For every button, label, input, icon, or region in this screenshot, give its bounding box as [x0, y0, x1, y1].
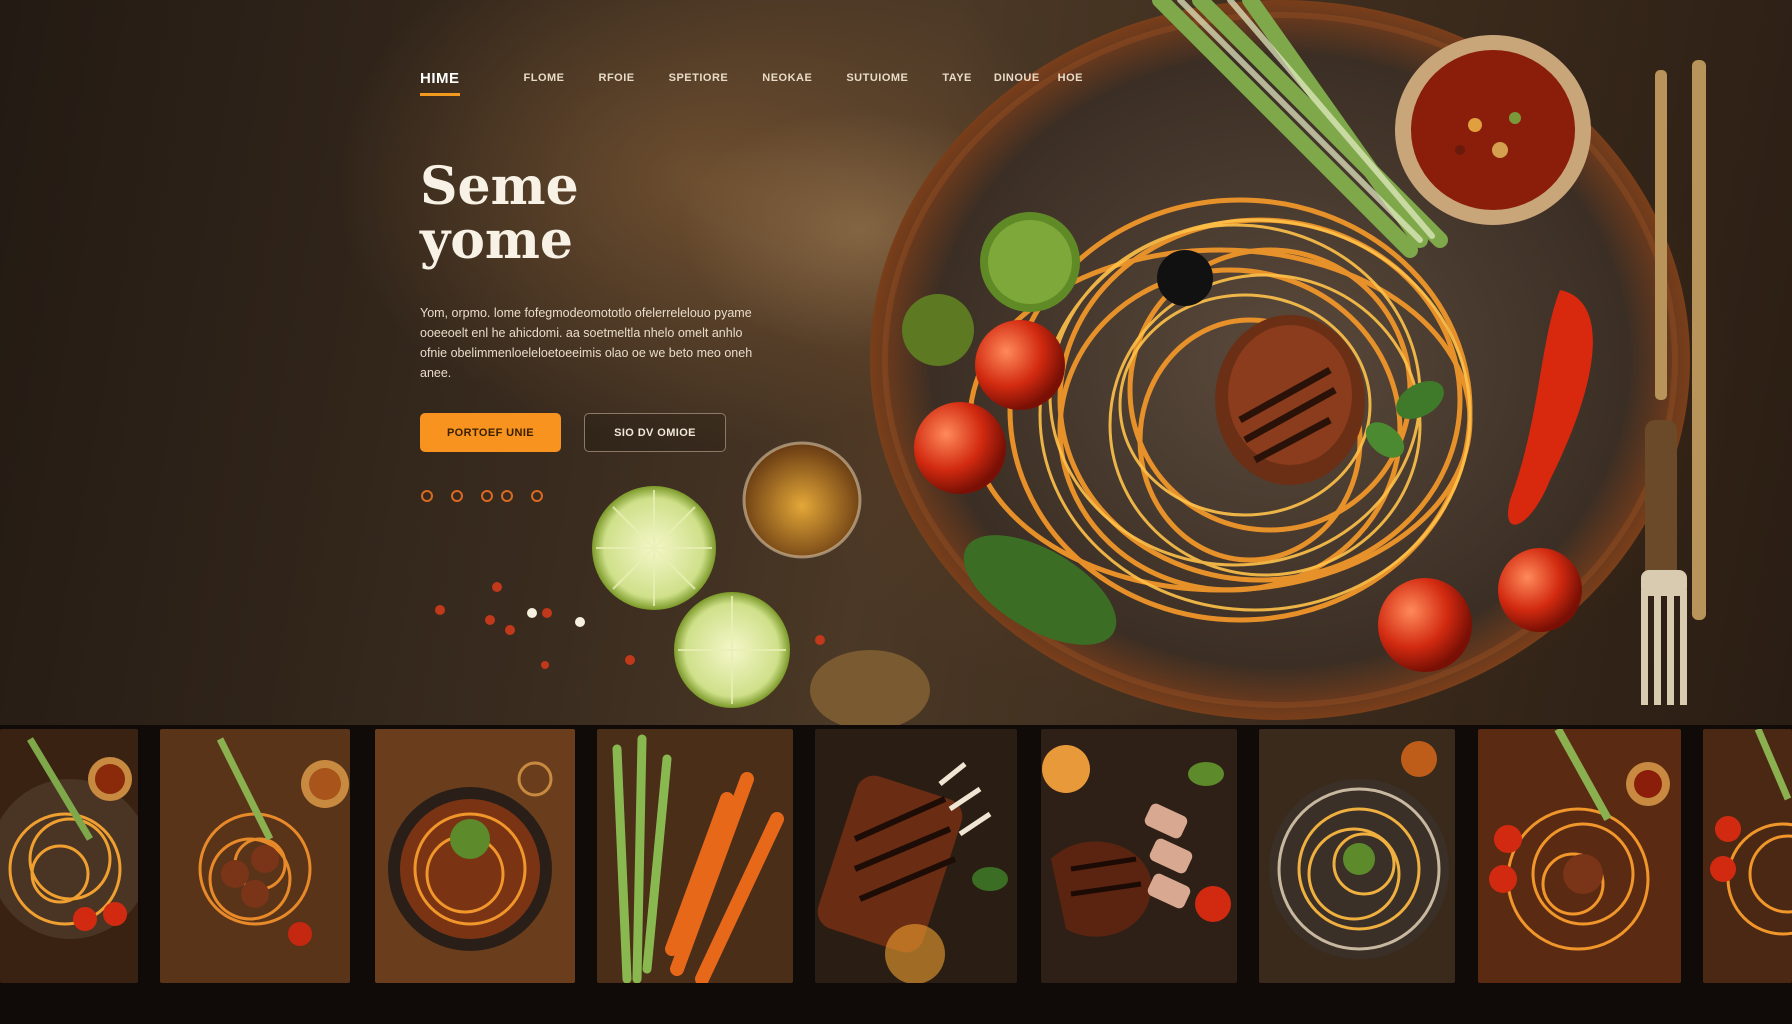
- hero-title-line-1: Seme: [420, 156, 579, 217]
- nav-item-5[interactable]: NEOKAE: [762, 72, 812, 84]
- social-icon-5[interactable]: [531, 490, 543, 502]
- hero-food-illustration: [435, 0, 1706, 725]
- gallery-thumb-pasta-meatballs[interactable]: [160, 729, 350, 983]
- gallery-thumb-grilled-ribs[interactable]: [815, 729, 1017, 983]
- pasta-meatballs-image: [160, 729, 350, 983]
- social-icon-3[interactable]: [481, 490, 493, 502]
- primary-cta-button[interactable]: PORTOEF UNIE: [420, 413, 561, 452]
- spaghetti-partial-image: [1703, 729, 1792, 983]
- nav-item-3[interactable]: RFOIE: [599, 72, 635, 84]
- grilled-ribs-image: [815, 729, 1017, 983]
- nav-item-8[interactable]: DINOUE: [994, 72, 1040, 84]
- social-icon-2[interactable]: [451, 490, 463, 502]
- food-gallery: [0, 725, 1792, 1024]
- nav-item-7[interactable]: TAYE: [942, 72, 972, 84]
- gallery-thumb-noodle-plate[interactable]: [1259, 729, 1455, 983]
- social-icon-4[interactable]: [501, 490, 513, 502]
- spaghetti-tomatoes-image: [1478, 729, 1681, 983]
- social-icon-1[interactable]: [421, 490, 433, 502]
- hero-title-line-2: yome: [420, 210, 574, 271]
- gallery-thumb-spaghetti-partial[interactable]: [1703, 729, 1792, 983]
- gallery-thumb-spaghetti-plate[interactable]: [0, 729, 138, 983]
- secondary-cta-button[interactable]: SIO DV OMIOE: [584, 413, 726, 452]
- social-links: [421, 490, 561, 502]
- nav-item-2[interactable]: FLOME: [524, 72, 565, 84]
- main-nav: HIME FLOME RFOIE SPETIORE NEOKAE SUTUIOM…: [420, 70, 1117, 102]
- hero-section: [0, 0, 1792, 725]
- spaghetti-plate-image: [0, 729, 138, 983]
- nav-item-home[interactable]: HIME: [420, 70, 460, 96]
- noodle-plate-image: [1259, 729, 1455, 983]
- gallery-thumb-sliced-steak[interactable]: [1041, 729, 1237, 983]
- sliced-steak-image: [1041, 729, 1237, 983]
- gallery-thumb-noodle-bowl[interactable]: [375, 729, 575, 983]
- gallery-thumb-spaghetti-tomatoes[interactable]: [1478, 729, 1681, 983]
- nav-item-9[interactable]: HOE: [1058, 72, 1083, 84]
- hero-title: Seme yome: [420, 160, 680, 268]
- nav-item-4[interactable]: SPETIORE: [669, 72, 729, 84]
- gallery-thumb-green-onion-carrots[interactable]: [597, 729, 793, 983]
- vegetables-image: [597, 729, 793, 983]
- hero-description: Yom, orpmo. lome fofegmodeomototlo ofele…: [420, 306, 753, 380]
- nav-item-6[interactable]: SUTUIOME: [846, 72, 908, 84]
- noodle-bowl-image: [375, 729, 575, 983]
